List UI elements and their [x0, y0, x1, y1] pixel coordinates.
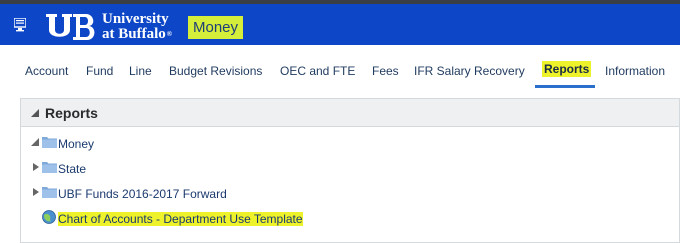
- registered-mark: ®: [166, 30, 172, 38]
- wordmark-line1: University: [102, 11, 169, 27]
- tab-reports-label: Reports: [542, 61, 592, 77]
- tab-reports[interactable]: Reports: [535, 56, 598, 86]
- reports-panel: Reports Money State UBF Funds 2016-2017 …: [20, 98, 680, 243]
- tab-information[interactable]: Information: [605, 64, 665, 78]
- folder-icon: [42, 162, 57, 173]
- folder-icon: [42, 187, 57, 198]
- tab-ifr-salary-recovery[interactable]: IFR Salary Recovery: [414, 64, 525, 78]
- active-tab-indicator: [535, 85, 595, 88]
- tree-item-money[interactable]: Money: [21, 132, 679, 154]
- tree-item-label[interactable]: UBF Funds 2016-2017 Forward: [58, 187, 227, 201]
- ub-logo-icon[interactable]: [44, 12, 96, 42]
- menu-icon[interactable]: [14, 18, 26, 32]
- panel-title: Reports: [45, 105, 98, 121]
- main-nav-tabs: Account Fund Line Budget Revisions OEC a…: [0, 45, 680, 89]
- app-name-badge: Money: [188, 16, 244, 39]
- tree-item-label[interactable]: Chart of Accounts - Department Use Templ…: [58, 212, 303, 226]
- tree-item-state[interactable]: State: [21, 157, 679, 179]
- app-header: University at Buffalo® Money: [0, 4, 680, 45]
- wordmark-line2-text: at Buffalo: [102, 26, 166, 42]
- tree-item-ubf-funds[interactable]: UBF Funds 2016-2017 Forward: [21, 182, 679, 204]
- tab-fees[interactable]: Fees: [372, 64, 399, 78]
- collapsed-triangle-icon[interactable]: [32, 163, 40, 171]
- collapsed-triangle-icon[interactable]: [32, 188, 40, 196]
- tab-account[interactable]: Account: [25, 64, 68, 78]
- tab-fund[interactable]: Fund: [86, 64, 113, 78]
- folder-icon: [42, 137, 57, 148]
- wordmark-line2: at Buffalo®: [102, 27, 172, 42]
- tab-line[interactable]: Line: [129, 64, 152, 78]
- reports-panel-header[interactable]: Reports: [21, 99, 679, 127]
- collapse-triangle-icon[interactable]: [31, 109, 39, 117]
- expanded-triangle-icon[interactable]: [31, 138, 39, 146]
- tree-item-chart-of-accounts[interactable]: Chart of Accounts - Department Use Templ…: [21, 207, 679, 229]
- university-wordmark: University at Buffalo®: [102, 12, 172, 42]
- tab-oec-and-fte[interactable]: OEC and FTE: [280, 64, 355, 78]
- tab-budget-revisions[interactable]: Budget Revisions: [169, 64, 262, 78]
- tree-item-label[interactable]: Money: [58, 137, 94, 151]
- tree-item-label[interactable]: State: [58, 162, 86, 176]
- report-globe-icon: [42, 210, 56, 224]
